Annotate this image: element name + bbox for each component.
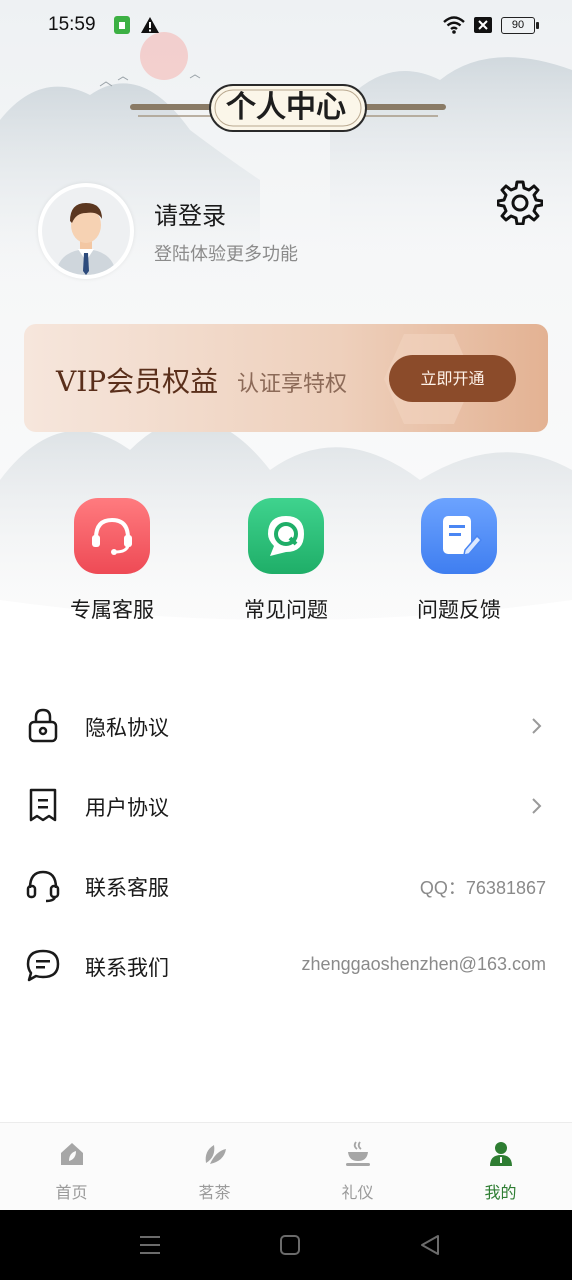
menu-item-privacy[interactable]: 隐私协议: [0, 686, 572, 766]
login-subtitle: 登陆体验更多功能: [154, 244, 298, 265]
page-title: 个人中心: [226, 90, 346, 125]
system-navigation-bar: [0, 1210, 572, 1280]
gear-icon: [496, 180, 544, 226]
battery-indicator: 90: [501, 17, 539, 34]
vip-title: VIP会员权益: [56, 365, 219, 398]
tab-home[interactable]: 首页: [0, 1123, 143, 1211]
tab-label: 我的: [484, 1183, 517, 1202]
tab-label: 茗茶: [198, 1183, 231, 1202]
settings-button[interactable]: [496, 179, 544, 226]
status-time: 15:59: [48, 14, 96, 35]
quick-action-label: 问题反馈: [417, 598, 501, 622]
tea-leaf-icon: [205, 1145, 226, 1164]
sim-card-icon: [112, 15, 132, 39]
quick-action-label: 常见问题: [244, 598, 328, 622]
quick-action-faq[interactable]: 常见问题: [206, 498, 366, 624]
bottom-tab-bar: 首页 茗茶 礼仪 我的: [0, 1122, 572, 1211]
home-square-icon[interactable]: [278, 1232, 302, 1258]
faq-bubble-icon: [248, 498, 324, 574]
person-icon: [489, 1142, 512, 1166]
menu-item-label: 隐私协议: [85, 716, 169, 740]
quick-action-label: 专属客服: [70, 598, 154, 622]
menu-item-contact-support[interactable]: 联系客服 QQ：76381867: [0, 846, 572, 926]
menu-item-value: QQ：76381867: [419, 878, 546, 898]
chevron-right-icon: [532, 798, 542, 814]
chevron-right-icon: [532, 718, 542, 734]
menu-icon[interactable]: [138, 1232, 162, 1258]
headset-icon: [74, 498, 150, 574]
feedback-edit-icon: [421, 498, 497, 574]
wifi-icon: [442, 15, 466, 39]
menu-item-contact-us[interactable]: 联系我们 zhenggaoshenzhen@163.com: [0, 926, 572, 1006]
menu-item-label: 用户协议: [85, 796, 169, 820]
status-bar: 15:59 90: [0, 0, 572, 52]
quick-action-support[interactable]: 专属客服: [32, 498, 192, 624]
home-icon: [60, 1143, 83, 1165]
warning-icon: [140, 15, 160, 39]
vip-card[interactable]: VIP会员权益 认证享特权 立即开通: [24, 324, 548, 432]
menu-item-user-agreement[interactable]: 用户协议: [0, 766, 572, 846]
menu-item-value: zhenggaoshenzhen@163.com: [301, 954, 546, 974]
tab-mine[interactable]: 我的: [429, 1123, 572, 1211]
teacup-icon: [345, 1141, 370, 1166]
vip-subtitle: 认证享特权: [237, 372, 348, 397]
chat-icon: [26, 949, 60, 982]
tab-label: 首页: [55, 1183, 88, 1202]
lock-icon: [28, 708, 58, 743]
quick-action-feedback[interactable]: 问题反馈: [379, 498, 539, 624]
tab-etiquette[interactable]: 礼仪: [286, 1123, 429, 1211]
user-avatar-icon: [56, 203, 116, 275]
headphones-icon: [26, 870, 60, 903]
vip-activate-button[interactable]: 立即开通: [389, 355, 516, 402]
menu-item-label: 联系我们: [85, 956, 169, 980]
back-icon[interactable]: [418, 1232, 442, 1258]
menu-item-label: 联系客服: [85, 876, 169, 900]
tab-label: 礼仪: [341, 1183, 374, 1202]
login-prompt[interactable]: 请登录: [154, 196, 226, 231]
document-icon: [29, 788, 57, 822]
no-signal-icon: [473, 15, 493, 39]
tab-tea[interactable]: 茗茶: [143, 1123, 286, 1211]
avatar[interactable]: [38, 183, 134, 279]
